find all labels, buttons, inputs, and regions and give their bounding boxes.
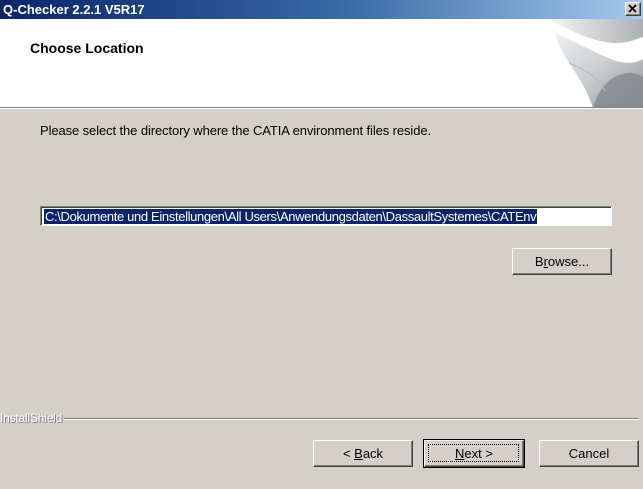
page-title: Choose Location — [30, 40, 144, 56]
wizard-header: Choose Location — [0, 19, 643, 108]
close-button[interactable] — [625, 2, 641, 16]
browse-button[interactable]: Browse... — [512, 248, 612, 275]
close-icon — [628, 4, 637, 13]
directory-path-field[interactable]: C:\Dokumente und Einstellungen\All Users… — [40, 206, 612, 226]
installshield-brand: InstallShield — [0, 411, 63, 425]
instruction-text: Please select the directory where the CA… — [40, 123, 431, 138]
next-button[interactable]: Next > — [423, 439, 525, 468]
window-title: Q-Checker 2.2.1 V5R17 — [3, 2, 145, 17]
installshield-divider: InstallShield — [0, 411, 643, 427]
cancel-button[interactable]: Cancel — [539, 440, 639, 467]
page-curl-icon — [547, 19, 643, 107]
directory-path-value: C:\Dokumente und Einstellungen\All Users… — [44, 209, 538, 224]
installer-window: Q-Checker 2.2.1 V5R17 Choose Location Pl… — [0, 0, 643, 489]
back-button[interactable]: < Back — [313, 440, 413, 467]
divider-line — [64, 418, 639, 420]
title-bar[interactable]: Q-Checker 2.2.1 V5R17 — [0, 0, 643, 19]
